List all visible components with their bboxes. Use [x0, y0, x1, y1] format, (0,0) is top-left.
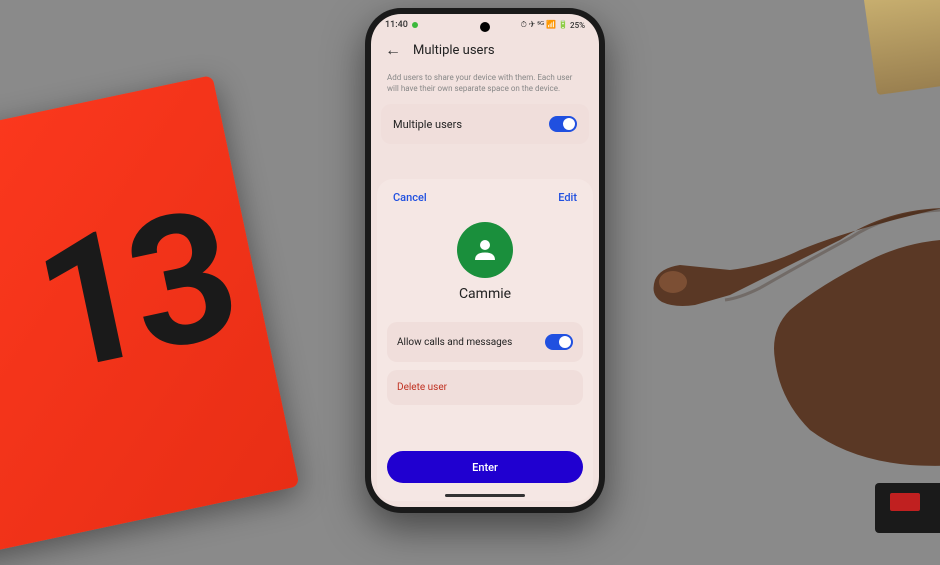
user-avatar-section: Cammie: [387, 222, 583, 302]
person-icon: [470, 235, 500, 265]
page-header: ← Multiple users: [371, 32, 599, 68]
enter-button[interactable]: Enter: [387, 451, 583, 483]
hand-pointing: [600, 150, 940, 510]
phone-device: 11:40 ⏱ ✈ ⁵ᴳ 📶 🔋 25% ← Multiple users Ad…: [365, 8, 605, 513]
camera-hole: [480, 22, 490, 32]
page-description: Add users to share your device with them…: [371, 68, 599, 104]
enter-button-label: Enter: [472, 461, 498, 474]
phone-screen: 11:40 ⏱ ✈ ⁵ᴳ 📶 🔋 25% ← Multiple users Ad…: [371, 14, 599, 507]
multiple-users-toggle-row[interactable]: Multiple users: [381, 104, 589, 144]
box-number: 13: [19, 169, 245, 414]
user-sheet: Cancel Edit Cammie Allow calls and messa…: [377, 179, 593, 501]
back-arrow-icon[interactable]: ←: [385, 40, 401, 60]
status-battery: 25%: [570, 21, 585, 30]
page-title: Multiple users: [413, 43, 495, 58]
allow-calls-toggle[interactable]: [545, 334, 573, 350]
delete-user-label: Delete user: [397, 382, 447, 393]
home-indicator[interactable]: [445, 494, 525, 497]
user-name-label: Cammie: [459, 286, 511, 302]
delete-user-button[interactable]: Delete user: [387, 370, 583, 405]
multiple-users-label: Multiple users: [393, 118, 462, 131]
cancel-button[interactable]: Cancel: [393, 191, 427, 204]
multiple-users-toggle[interactable]: [549, 116, 577, 132]
allow-calls-label: Allow calls and messages: [397, 337, 512, 348]
status-indicator-dot: [412, 22, 418, 28]
status-time: 11:40: [385, 20, 408, 30]
product-box: 13: [0, 75, 300, 565]
status-icons: ⏱ ✈ ⁵ᴳ 📶 🔋: [521, 20, 568, 30]
background-object-top-right: [863, 0, 940, 95]
allow-calls-row[interactable]: Allow calls and messages: [387, 322, 583, 362]
edit-button[interactable]: Edit: [558, 191, 577, 204]
user-avatar[interactable]: [457, 222, 513, 278]
